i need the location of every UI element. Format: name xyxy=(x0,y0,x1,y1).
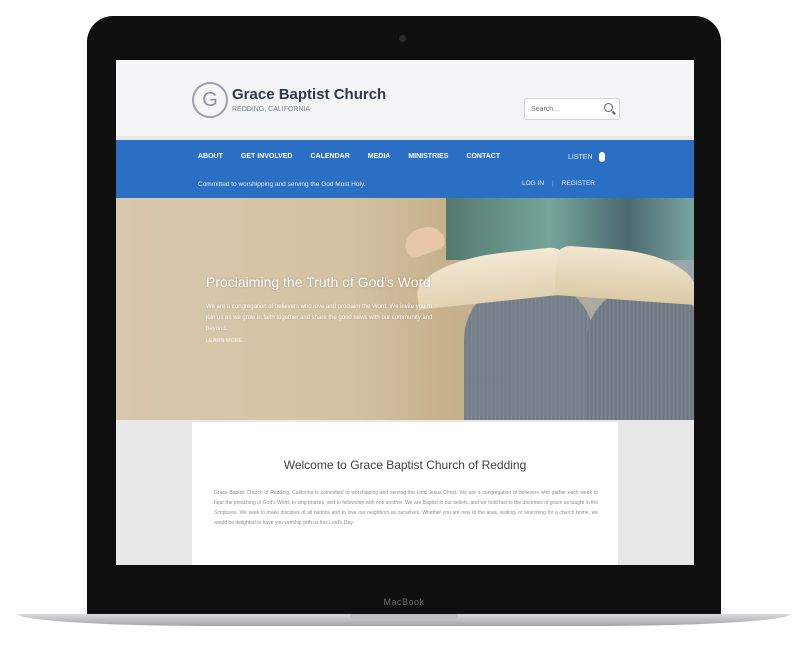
hero-banner: Proclaiming the Truth of God's Word We a… xyxy=(116,198,694,420)
nav-item-get-involved[interactable]: Get Involved xyxy=(241,153,293,160)
nav-item-ministries[interactable]: Ministries xyxy=(408,153,448,160)
laptop-screen: G Grace Baptist Church REDDING, CALIFORN… xyxy=(116,60,694,565)
nav-item-about[interactable]: About xyxy=(198,153,223,160)
camera-icon xyxy=(399,35,406,42)
welcome-section: Welcome to Grace Baptist Church of Reddi… xyxy=(192,422,618,565)
welcome-title: Welcome to Grace Baptist Church of Reddi… xyxy=(283,458,527,472)
search-box[interactable] xyxy=(524,98,620,120)
link-divider: | xyxy=(552,180,554,187)
listen-label: LISTEN xyxy=(568,153,593,161)
nav-item-calendar[interactable]: Calendar xyxy=(311,153,350,160)
site-tagline: REDDING, CALIFORNIA xyxy=(232,106,311,113)
site-name[interactable]: Grace Baptist Church xyxy=(232,86,386,103)
listen-button[interactable]: LISTEN xyxy=(568,152,605,162)
welcome-body: Grace Baptist Church of Redding, Califor… xyxy=(214,490,598,526)
search-input[interactable] xyxy=(531,102,601,116)
church-logo[interactable]: G xyxy=(192,82,228,118)
nav-item-contact[interactable]: Contact xyxy=(466,153,500,160)
search-icon[interactable] xyxy=(604,103,613,112)
main-navbar: About Get Involved Calendar Media Minist… xyxy=(116,140,694,198)
account-links: LOG IN | REGISTER xyxy=(522,180,595,187)
nav-tagline: Committed to worshipping and serving the… xyxy=(198,181,366,188)
hero-heading: Proclaiming the Truth of God's Word xyxy=(206,274,431,290)
device-label: MacBook xyxy=(383,597,425,607)
hero-learn-more-link[interactable]: LEARN MORE xyxy=(206,338,242,344)
logo-letter: G xyxy=(202,88,218,111)
register-link[interactable]: REGISTER xyxy=(562,180,595,187)
nav-menu: About Get Involved Calendar Media Minist… xyxy=(198,153,500,160)
nav-item-media[interactable]: Media xyxy=(368,153,391,160)
microphone-icon xyxy=(598,152,605,162)
laptop-base-notch xyxy=(350,614,458,619)
hero-bible-image xyxy=(413,244,694,314)
login-link[interactable]: LOG IN xyxy=(522,180,544,187)
bible-right-page xyxy=(554,245,694,305)
hero-text: We are a congregation of believers who l… xyxy=(206,304,433,332)
bible-left-page xyxy=(413,246,569,310)
site-header: G Grace Baptist Church REDDING, CALIFORN… xyxy=(116,60,694,136)
